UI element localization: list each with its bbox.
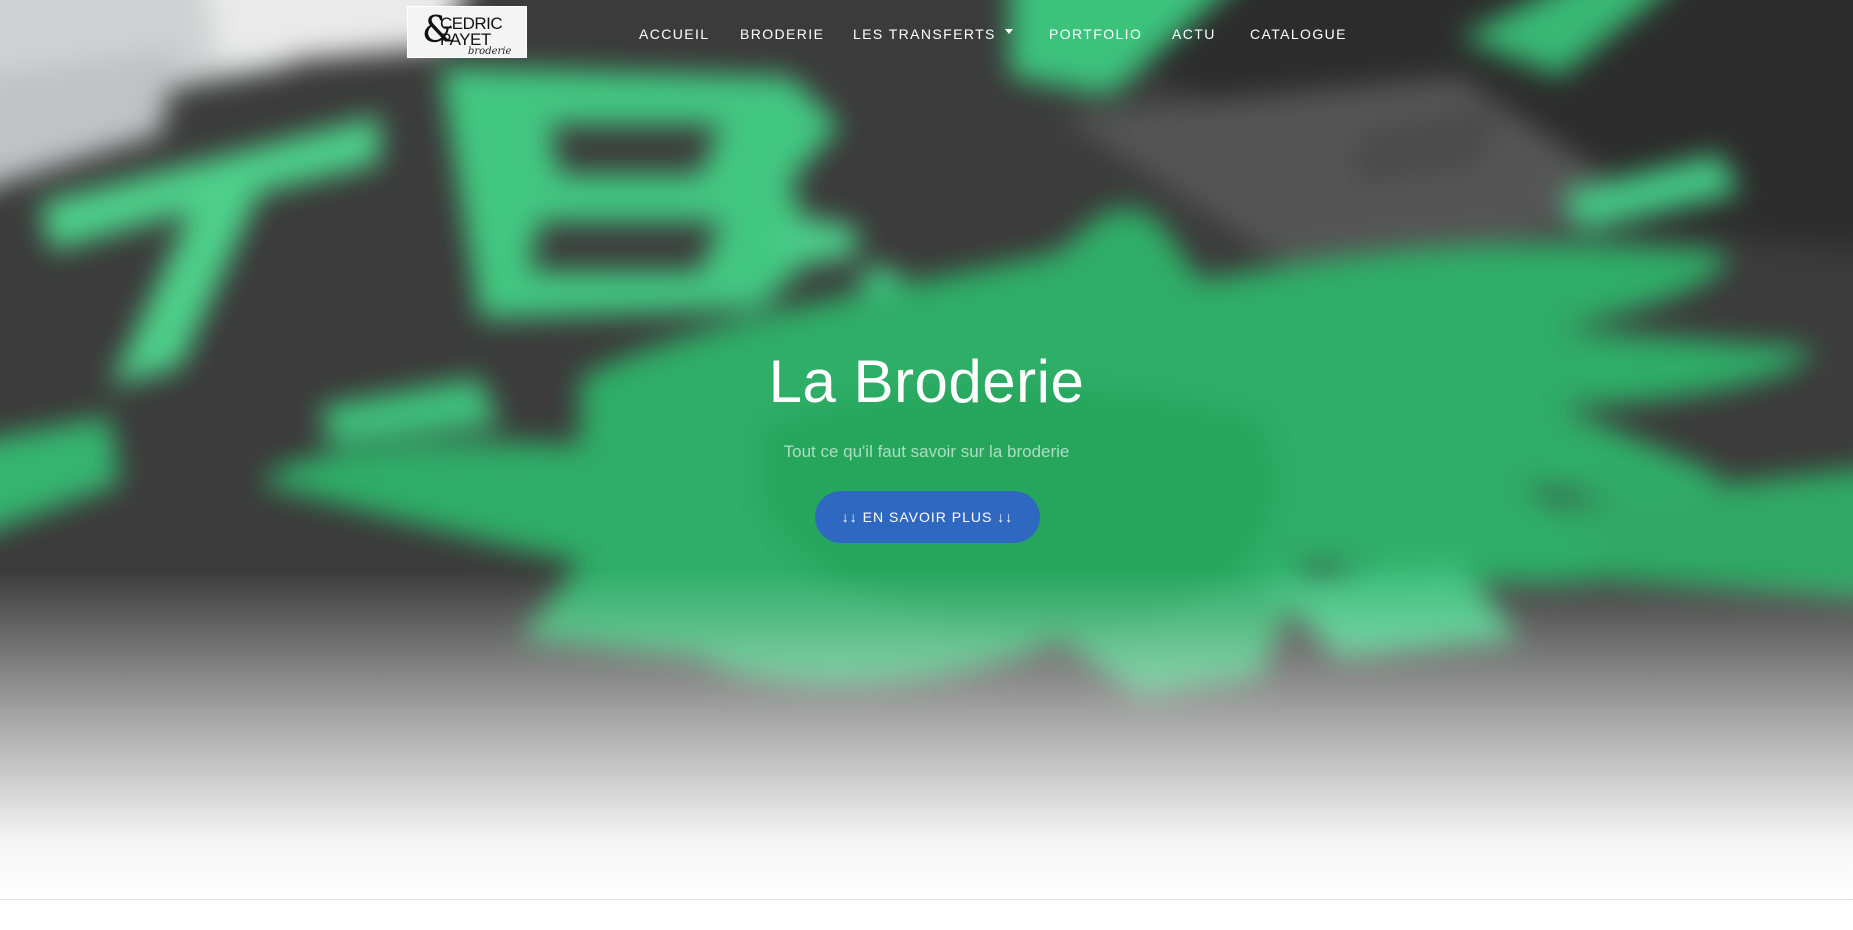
hero-subtitle: Tout ce qu'il faut savoir sur la broderi… [783, 442, 1070, 461]
hero-section: La Broderie Tout ce qu'il faut savoir su… [0, 0, 1853, 900]
nav-item-accueil[interactable]: ACCUEIL [639, 25, 709, 43]
brand-logo-line3: broderie [468, 46, 512, 57]
nav-item-actu[interactable]: ACTU [1172, 25, 1216, 43]
nav-item-broderie[interactable]: BRODERIE [740, 25, 824, 43]
nav-item-les-transferts[interactable]: LES TRANSFERTS [853, 25, 996, 43]
nav-item-catalogue[interactable]: CATALOGUE [1250, 25, 1347, 43]
section-divider [0, 899, 1853, 900]
learn-more-button[interactable]: ↓↓ EN SAVOIR PLUS ↓↓ [815, 491, 1040, 543]
brand-logo[interactable]: & CEDRIC PAYET broderie [407, 6, 527, 58]
top-navbar: & CEDRIC PAYET broderie ACCUEIL BRODERIE… [0, 0, 1853, 68]
caret-down-icon[interactable] [1005, 29, 1013, 34]
hero-fade-overlay [0, 570, 1853, 900]
nav-item-portfolio[interactable]: PORTFOLIO [1049, 25, 1142, 43]
hero-title: La Broderie [768, 348, 1085, 415]
